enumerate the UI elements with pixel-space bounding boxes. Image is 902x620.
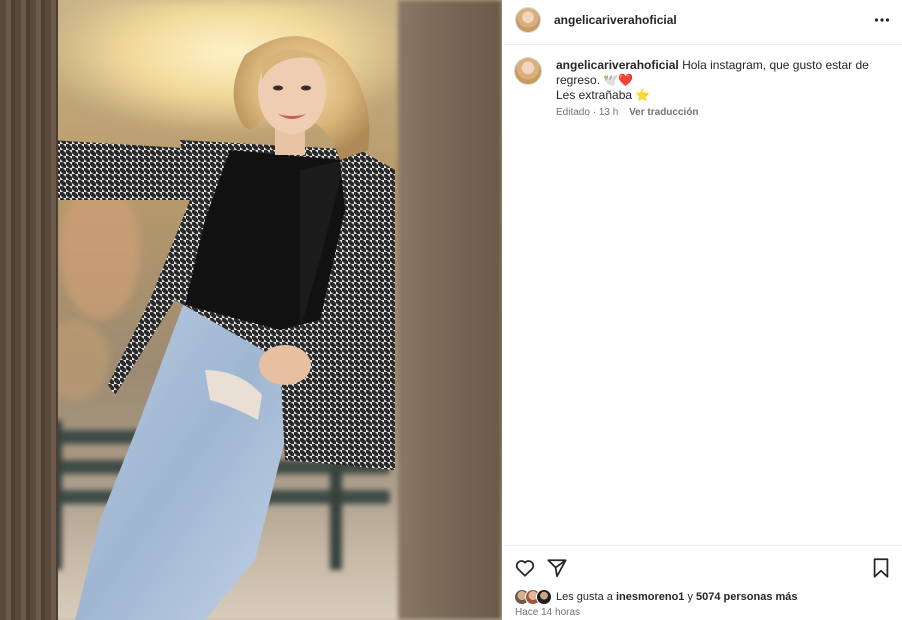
tree-trunk-left (0, 0, 58, 620)
likes-text: Les gusta a inesmoreno1 y 5074 personas … (556, 591, 798, 603)
tree-trunk-right (398, 0, 502, 620)
caption-age[interactable]: 13 h (599, 107, 618, 118)
caption-username[interactable]: angelicariverahoficial (556, 58, 679, 72)
post-details-panel: angelicariverahoficial angelicariverahof… (502, 0, 902, 620)
avatar[interactable] (515, 7, 541, 33)
likes-connector: y (684, 591, 697, 603)
liker-username[interactable]: inesmoreno1 (616, 591, 684, 603)
liker-avatar (536, 589, 552, 605)
caption-meta: Editado · 13 h Ver traducción (556, 107, 699, 118)
post-timestamp[interactable]: Hace 14 horas (515, 607, 580, 618)
meta-separator: · (589, 107, 599, 118)
likes-prefix: Les gusta a (556, 591, 616, 603)
see-translation-link[interactable]: Ver traducción (629, 107, 698, 118)
likes-count-link[interactable]: 5074 personas más (696, 591, 798, 603)
caption-text-line2: Les extrañaba ⭐ (556, 88, 651, 102)
caption-avatar[interactable] (514, 57, 542, 85)
likes-summary: Les gusta a inesmoreno1 y 5074 personas … (514, 589, 798, 605)
send-icon[interactable] (546, 557, 568, 579)
post-header: angelicariverahoficial (502, 0, 902, 45)
caption: angelicariverahoficial Hola instagram, q… (556, 58, 876, 103)
action-bar (502, 545, 902, 589)
edited-label: Editado (556, 107, 590, 118)
header-username[interactable]: angelicariverahoficial (554, 13, 677, 27)
heart-icon[interactable] (514, 557, 536, 579)
bookmark-icon[interactable] (870, 557, 892, 579)
more-dots-icon[interactable] (874, 12, 890, 28)
post-photo[interactable] (0, 0, 502, 620)
